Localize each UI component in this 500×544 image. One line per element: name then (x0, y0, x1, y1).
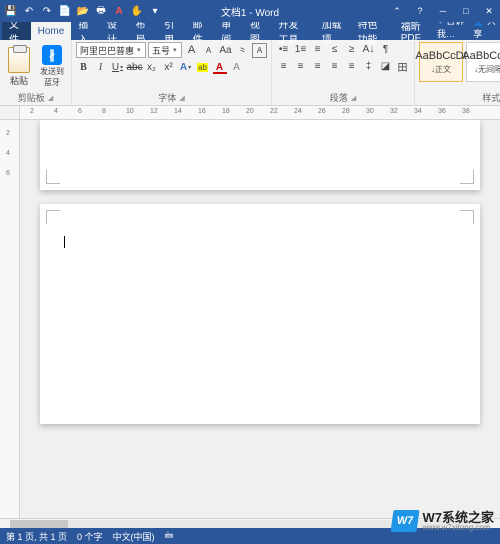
style-normal[interactable]: AaBbCcDt ↓正文 (419, 42, 463, 82)
grow-font-button[interactable]: A (184, 43, 199, 58)
tab-insert[interactable]: 插入 (71, 22, 100, 40)
increase-indent-button[interactable]: ≥ (344, 42, 359, 57)
distribute-button[interactable]: ≡ (344, 59, 359, 74)
qat-new[interactable]: 📄 (57, 3, 73, 19)
subscript-button[interactable]: x₂ (144, 60, 159, 75)
phonetic-button[interactable]: ⺀ (235, 43, 250, 58)
close-button[interactable]: ✕ (478, 2, 500, 20)
qat-more[interactable]: ▾ (147, 3, 163, 19)
scrollbar-thumb[interactable] (10, 520, 68, 528)
bullets-button[interactable]: •≡ (276, 42, 291, 57)
group-font: 阿里巴巴普惠▾ 五号▾ A A Aa ⺀ A B I U▾ abc x₂ x² … (72, 40, 272, 105)
font-size-combo[interactable]: 五号▾ (148, 42, 182, 58)
group-styles: AaBbCcDt ↓正文 AaBbCcDt ↓无间隔 AaBl 标题 1 ▴▾⊻… (415, 40, 500, 105)
qat-save[interactable]: 💾 (3, 3, 19, 19)
tab-home[interactable]: Home (31, 22, 72, 40)
highlight-button[interactable]: ab (195, 60, 210, 75)
help-icon[interactable]: ? (409, 2, 431, 20)
tab-view[interactable]: 视图 (243, 22, 272, 40)
multilevel-button[interactable]: ≡ (310, 42, 325, 57)
paste-button[interactable]: 粘贴 (4, 42, 34, 91)
line-spacing-button[interactable]: ‡ (361, 59, 376, 74)
page-2[interactable] (40, 204, 480, 424)
qat-print[interactable]: 🖶 (93, 3, 109, 19)
align-left-button[interactable]: ≡ (276, 59, 291, 74)
status-word-count[interactable]: 0 个字 (77, 530, 103, 543)
shrink-font-button[interactable]: A (201, 43, 216, 58)
ribbon-options-icon[interactable]: ⌃ (386, 2, 408, 20)
dialog-launcher-icon[interactable]: ◢ (179, 94, 184, 102)
dialog-launcher-icon[interactable]: ◢ (48, 94, 53, 102)
text-effects-button[interactable]: A▾ (178, 60, 193, 75)
minimize-button[interactable]: ─ (432, 2, 454, 20)
tab-special[interactable]: 特色功能 (351, 22, 394, 40)
tab-design[interactable]: 设计 (100, 22, 129, 40)
clear-format-button[interactable]: A (229, 60, 244, 75)
tab-mailings[interactable]: 邮件 (186, 22, 215, 40)
horizontal-scrollbar[interactable] (0, 518, 500, 528)
dialog-launcher-icon[interactable]: ◢ (351, 94, 356, 102)
superscript-button[interactable]: x² (161, 60, 176, 75)
show-marks-button[interactable]: ¶ (378, 42, 393, 57)
maximize-button[interactable]: □ (455, 2, 477, 20)
qat-font-color[interactable]: A (111, 3, 127, 19)
underline-button[interactable]: U▾ (110, 60, 125, 75)
strike-button[interactable]: abc (127, 60, 142, 75)
style-no-spacing[interactable]: AaBbCcDt ↓无间隔 (466, 42, 500, 82)
font-color-button[interactable]: A (212, 60, 227, 75)
text-cursor (64, 236, 65, 248)
page-1-bottom[interactable] (40, 120, 480, 190)
bold-button[interactable]: B (76, 60, 91, 75)
italic-button[interactable]: I (93, 60, 108, 75)
font-name-combo[interactable]: 阿里巴巴普惠▾ (76, 42, 146, 58)
tab-review[interactable]: 审阅 (214, 22, 243, 40)
tab-layout[interactable]: 布局 (128, 22, 157, 40)
tab-file[interactable]: 文件 (2, 22, 31, 40)
char-border-button[interactable]: A (252, 43, 267, 58)
align-right-button[interactable]: ≡ (310, 59, 325, 74)
sort-button[interactable]: A↓ (361, 42, 376, 57)
numbering-button[interactable]: 1≡ (293, 42, 308, 57)
tab-references[interactable]: 引用 (157, 22, 186, 40)
tab-addins[interactable]: 加载项 (315, 22, 351, 40)
tab-foxit-pdf[interactable]: 福昕PDF (394, 22, 437, 40)
vertical-ruler[interactable]: 246 (0, 120, 20, 518)
group-paragraph: •≡ 1≡ ≡ ≤ ≥ A↓ ¶ ≡ ≡ ≡ ≡ ≡ ‡ ◪ 田 (272, 40, 415, 105)
qat-touch[interactable]: ✋ (129, 3, 145, 19)
borders-button[interactable]: 田 (395, 59, 410, 74)
align-center-button[interactable]: ≡ (293, 59, 308, 74)
change-case-button[interactable]: Aa (218, 43, 233, 58)
status-language[interactable]: 中文(中国) (113, 530, 155, 543)
bluetooth-send-button[interactable]: ∦ 发送到蓝牙 (37, 42, 67, 91)
justify-button[interactable]: ≡ (327, 59, 342, 74)
group-clipboard: 粘贴 ∦ 发送到蓝牙 剪贴板◢ (0, 40, 72, 105)
qat-open[interactable]: 📂 (75, 3, 91, 19)
qat-redo[interactable]: ↷ (39, 3, 55, 19)
decrease-indent-button[interactable]: ≤ (327, 42, 342, 57)
shading-button[interactable]: ◪ (378, 59, 393, 74)
bluetooth-icon: ∦ (42, 45, 62, 65)
horizontal-ruler[interactable]: 2468101214161820222426283032343638 (0, 106, 500, 120)
document-viewport[interactable] (20, 120, 500, 518)
document-title: 文档1 - Word (221, 4, 279, 19)
clipboard-icon (8, 47, 30, 73)
tab-developer[interactable]: 开发工具 (271, 22, 314, 40)
status-page[interactable]: 第 1 页, 共 1 页 (6, 530, 67, 543)
qat-undo[interactable]: ↶ (21, 3, 37, 19)
